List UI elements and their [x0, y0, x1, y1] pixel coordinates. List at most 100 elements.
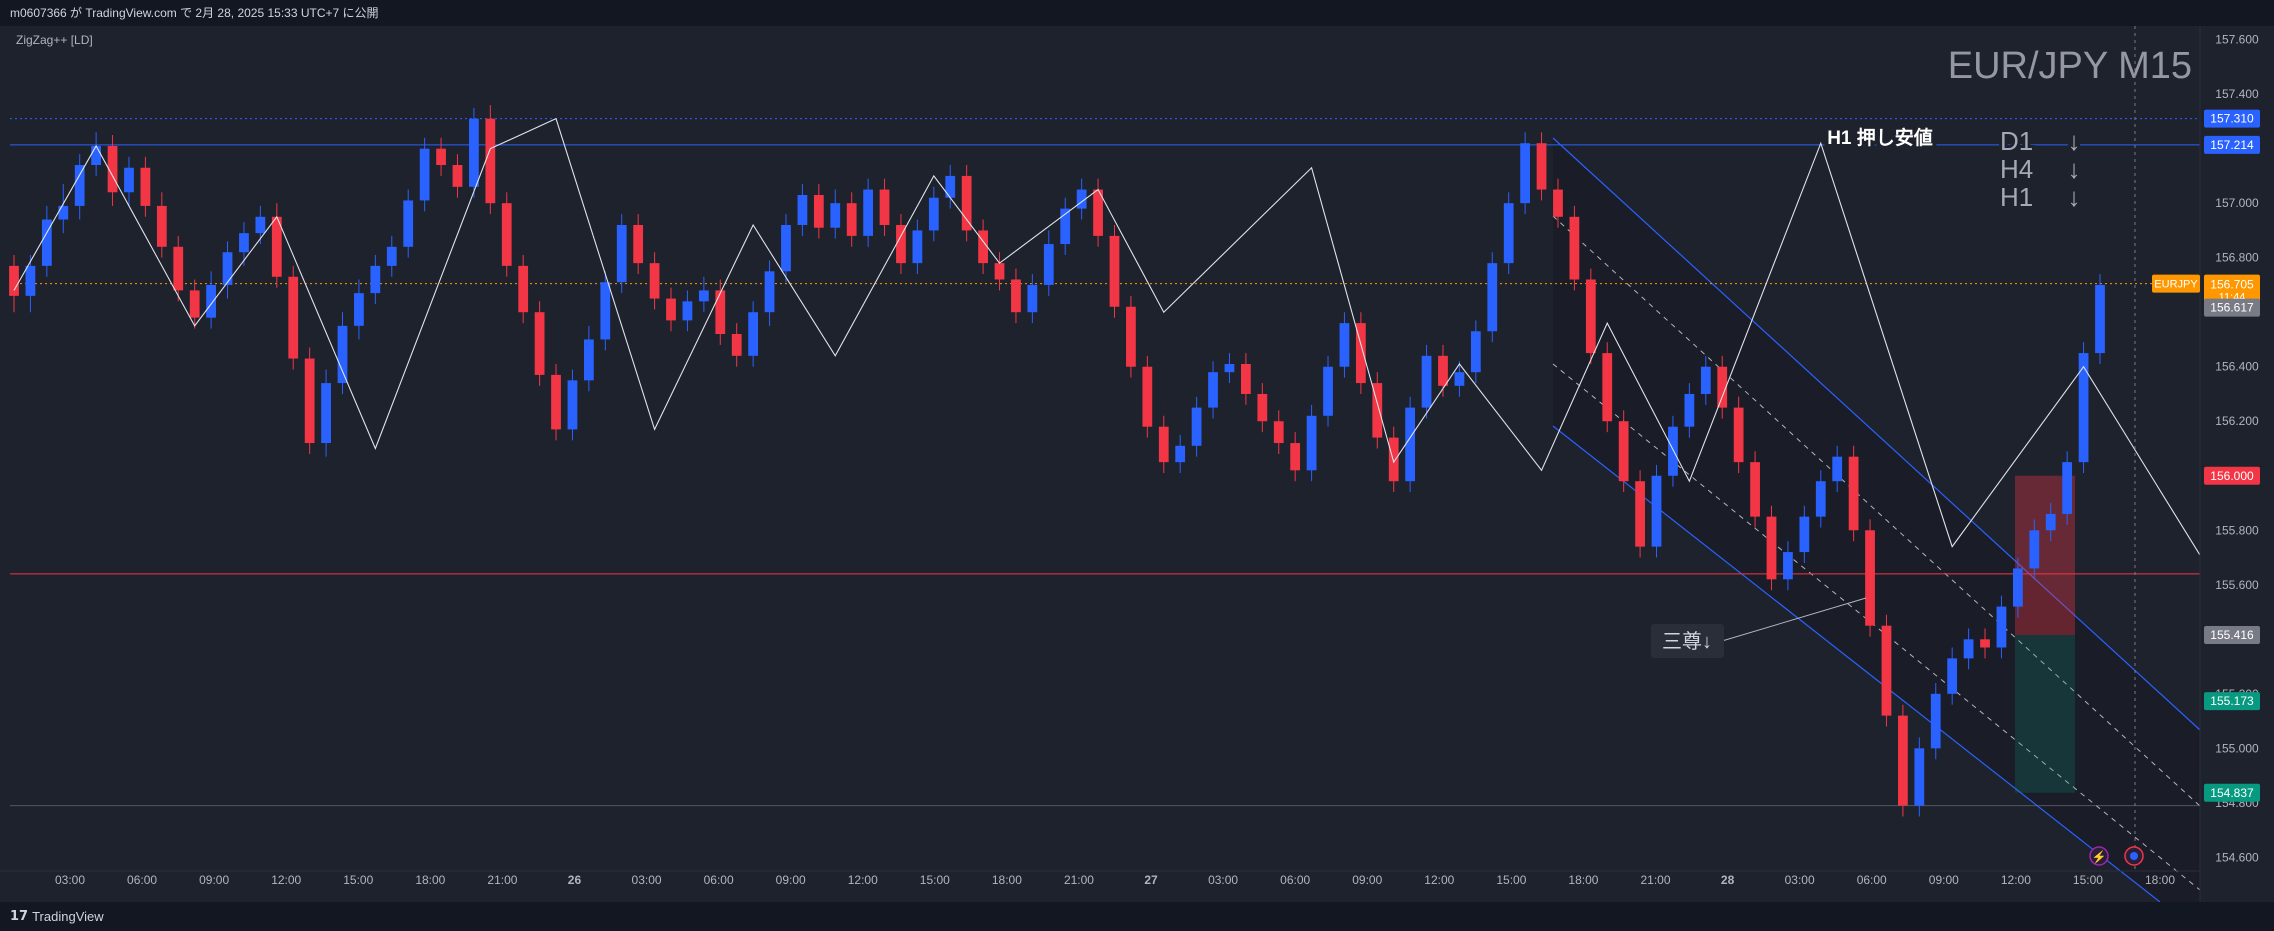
time-tick-1: 06:00: [127, 873, 157, 887]
price-label-6: 155.173: [2204, 692, 2260, 711]
time-tick-29: 18:00: [2145, 873, 2175, 887]
svg-text:154.837: 154.837: [2210, 786, 2254, 800]
trend-h1-arrow-icon: ↓: [2068, 182, 2081, 212]
time-tick-26: 09:00: [1929, 873, 1959, 887]
brand-name: TradingView: [32, 909, 104, 924]
candle: [1750, 451, 1760, 528]
candle: [501, 192, 512, 277]
candle: [419, 137, 430, 212]
candle: [1355, 312, 1366, 394]
time-tick-20: 15:00: [1496, 873, 1526, 887]
price-label-4: 156.000: [2204, 466, 2260, 485]
candle: [1520, 132, 1531, 215]
time-tick-5: 18:00: [415, 873, 445, 887]
price-tick-15: 154.600: [2215, 850, 2259, 864]
price-tick-6: 156.400: [2215, 360, 2259, 374]
candle: [1306, 404, 1317, 482]
candle: [469, 107, 479, 198]
candle: [1405, 396, 1416, 493]
time-tick-15: 27: [1144, 873, 1158, 887]
price-tick-4: 156.800: [2215, 251, 2259, 265]
candle: [1898, 704, 1908, 817]
time-tick-21: 18:00: [1568, 873, 1598, 887]
candle: [1109, 224, 1120, 318]
price-label-7: 154.837: [2204, 783, 2260, 802]
h1-support-annotation: H1 押し安値: [1823, 122, 1937, 153]
price-label-5: 155.416: [2204, 625, 2260, 644]
candle: [1503, 192, 1514, 275]
trend-h4-label: H4: [2000, 154, 2033, 184]
indicator-label[interactable]: ZigZag++ [LD]: [16, 33, 93, 47]
time-tick-16: 03:00: [1208, 873, 1238, 887]
price-axis[interactable]: [2200, 26, 2274, 902]
price-label-0: 157.310: [2204, 109, 2260, 128]
time-tick-17: 06:00: [1280, 873, 1310, 887]
svg-text:157.310: 157.310: [2210, 112, 2254, 126]
candle: [1142, 355, 1153, 438]
tv-logo-icon: 17: [10, 909, 29, 924]
svg-text:156.000: 156.000: [2210, 469, 2254, 483]
candle: [1372, 372, 1383, 449]
price-tick-10: 155.600: [2215, 578, 2259, 592]
svg-text:155.173: 155.173: [2210, 694, 2254, 708]
candle: [551, 364, 561, 441]
time-tick-10: 09:00: [776, 873, 806, 887]
candle: [1865, 519, 1875, 637]
price-label-1: 157.214: [2204, 135, 2260, 154]
time-tick-27: 12:00: [2001, 873, 2031, 887]
candle: [961, 165, 972, 242]
candle: [1585, 268, 1596, 364]
candle: [304, 347, 315, 454]
time-tick-18: 09:00: [1352, 873, 1382, 887]
symbol-watermark: EUR/JPY M15: [1948, 45, 2192, 87]
take-profit-zone: [2015, 634, 2075, 793]
price-tick-7: 156.200: [2215, 414, 2259, 428]
time-tick-9: 06:00: [704, 873, 734, 887]
price-tick-1: 157.400: [2215, 87, 2259, 101]
candle: [616, 214, 627, 294]
candle: [2078, 342, 2089, 474]
svg-text:156.705: 156.705: [2210, 278, 2254, 292]
svg-text:157.214: 157.214: [2210, 138, 2254, 152]
time-tick-0: 03:00: [55, 873, 85, 887]
candle: [534, 301, 545, 386]
trend-d1-label: D1: [2000, 126, 2033, 156]
short-position-tool[interactable]: [2015, 475, 2075, 793]
price-tick-0: 157.600: [2215, 33, 2259, 47]
publish-header: m0607366 が TradingView.com で 2月 28, 2025…: [0, 0, 2274, 26]
h1-support-label: H1 押し安値: [1827, 126, 1933, 149]
time-tick-22: 21:00: [1641, 873, 1671, 887]
price-tick-3: 157.000: [2215, 196, 2259, 210]
candle: [288, 265, 299, 370]
time-tick-2: 09:00: [199, 873, 229, 887]
candle: [1733, 396, 1744, 474]
tradingview-logo[interactable]: 17 TradingView: [10, 902, 104, 931]
candle: [1569, 205, 1580, 291]
candle: [1635, 470, 1645, 558]
candle: [2062, 451, 2073, 525]
candle: [1602, 342, 1613, 433]
svg-text:155.416: 155.416: [2210, 628, 2254, 642]
time-tick-14: 21:00: [1064, 873, 1094, 887]
time-tick-8: 03:00: [632, 873, 662, 887]
time-tick-7: 26: [568, 873, 582, 887]
svg-text:⚡: ⚡: [2092, 850, 2107, 864]
price-tick-9: 155.800: [2215, 523, 2259, 537]
candle: [2095, 274, 2105, 364]
candle: [485, 105, 496, 215]
price-chart[interactable]: 三尊↓ H1 押し安値 D1 H4 H1 ↓ ↓ ↓ EUR/JPY M15 Z…: [0, 26, 2274, 902]
trend-h1-label: H1: [2000, 182, 2033, 212]
candle: [1487, 252, 1498, 343]
candle: [1618, 410, 1629, 493]
price-label-3: 156.617: [2204, 298, 2260, 317]
price-tick-13: 155.000: [2215, 741, 2259, 755]
time-tick-11: 12:00: [848, 873, 878, 887]
time-tick-19: 12:00: [1424, 873, 1454, 887]
time-tick-25: 06:00: [1857, 873, 1887, 887]
candle: [1766, 505, 1777, 591]
time-tick-28: 15:00: [2073, 873, 2103, 887]
footer-bar: 17 TradingView: [0, 902, 2274, 931]
time-tick-12: 15:00: [920, 873, 950, 887]
trend-h4-arrow-icon: ↓: [2068, 154, 2081, 184]
time-tick-6: 21:00: [487, 873, 517, 887]
